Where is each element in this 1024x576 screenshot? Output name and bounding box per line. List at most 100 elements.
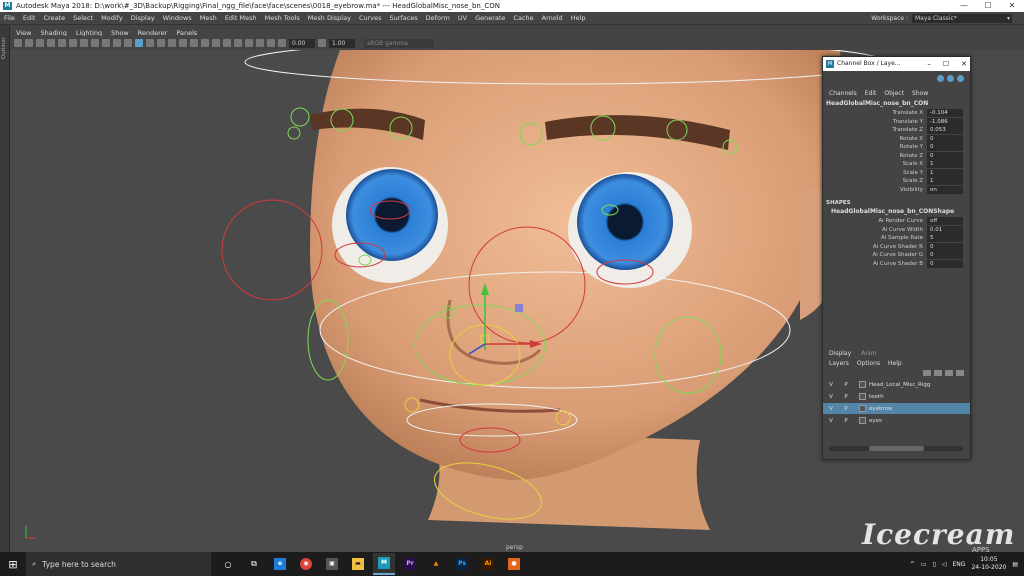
- menu-surfaces[interactable]: Surfaces: [390, 14, 418, 22]
- motion-blur-icon[interactable]: [212, 39, 220, 47]
- channel-maximize-button[interactable]: ☐: [943, 57, 949, 71]
- move-layer-up-icon[interactable]: [923, 370, 931, 376]
- attr-row[interactable]: Translate X -0.104: [823, 109, 970, 118]
- attr-row[interactable]: Rotate Y 0: [823, 143, 970, 152]
- safe-title-icon[interactable]: [124, 39, 132, 47]
- channel-menu-object[interactable]: Object: [884, 90, 904, 97]
- xray-components-icon[interactable]: [267, 39, 275, 47]
- volume-icon[interactable]: ◁: [942, 561, 947, 568]
- attr-value[interactable]: 0: [927, 251, 963, 260]
- menu-mesh-tools[interactable]: Mesh Tools: [265, 14, 300, 22]
- attr-value[interactable]: 0: [927, 134, 963, 143]
- layer-horizontal-scrollbar[interactable]: [829, 446, 963, 451]
- exposure-icon[interactable]: [278, 39, 286, 47]
- wireframe-icon[interactable]: [135, 39, 143, 47]
- network-icon[interactable]: ▭: [921, 561, 927, 568]
- layer-playback-toggle[interactable]: P: [839, 394, 853, 400]
- maya-icon[interactable]: M: [373, 553, 395, 575]
- shape-attr-row[interactable]: Ai Sample Rate 5: [823, 234, 970, 243]
- vlc-icon[interactable]: ▲: [425, 553, 447, 575]
- attribute-editor-icon[interactable]: [947, 74, 954, 82]
- recorder-icon[interactable]: ●: [503, 553, 525, 575]
- gate-mask-icon[interactable]: [91, 39, 99, 47]
- shape-attr-row[interactable]: Ai Curve Shader G 0: [823, 251, 970, 260]
- menu-cache[interactable]: Cache: [513, 14, 533, 22]
- layer-row[interactable]: V P eyes: [823, 415, 970, 426]
- channel-close-button[interactable]: ✕: [961, 57, 967, 71]
- attr-value[interactable]: 5: [927, 234, 963, 243]
- attr-row[interactable]: Translate Y -1.086: [823, 117, 970, 127]
- layer-row[interactable]: V P teeth: [823, 391, 970, 402]
- layer-menu-options[interactable]: Options: [857, 360, 880, 367]
- anti-aliasing-icon[interactable]: [223, 39, 231, 47]
- folder-icon[interactable]: ▬: [347, 553, 369, 575]
- layer-row[interactable]: V P Head_Local_Misc_Rigg: [823, 379, 970, 390]
- select-camera-icon[interactable]: [14, 39, 22, 47]
- clock[interactable]: 10:05 24-10-2020: [971, 556, 1006, 572]
- attr-row[interactable]: Rotate Z 0: [823, 151, 970, 161]
- new-layer-selected-icon[interactable]: [956, 370, 964, 376]
- isolate-select-icon[interactable]: [234, 39, 242, 47]
- attr-row[interactable]: Translate Z 0.053: [823, 126, 970, 135]
- task-view-icon[interactable]: ⧉: [243, 553, 265, 575]
- layer-visibility-toggle[interactable]: V: [823, 406, 839, 412]
- menu-help[interactable]: Help: [571, 14, 586, 22]
- attr-value[interactable]: 0: [927, 242, 963, 251]
- maximize-button[interactable]: ☐: [976, 0, 1000, 12]
- channel-menu-channels[interactable]: Channels: [829, 90, 857, 97]
- shadows-icon[interactable]: [190, 39, 198, 47]
- attr-value[interactable]: 1: [927, 177, 963, 186]
- textured-icon[interactable]: [168, 39, 176, 47]
- menu-mesh[interactable]: Mesh: [200, 14, 217, 22]
- brow-outer-l2-control[interactable]: [287, 126, 301, 140]
- grid-icon[interactable]: [58, 39, 66, 47]
- edge-icon[interactable]: e: [269, 553, 291, 575]
- lights-icon[interactable]: [179, 39, 187, 47]
- layer-color-swatch[interactable]: [859, 417, 866, 424]
- attr-value[interactable]: off: [927, 217, 963, 226]
- layer-name[interactable]: eyes: [869, 418, 882, 424]
- layer-visibility-toggle[interactable]: V: [823, 382, 839, 388]
- chrome-icon[interactable]: ◉: [295, 553, 317, 575]
- attr-value[interactable]: 1: [927, 160, 963, 169]
- channel-menu-show[interactable]: Show: [912, 90, 928, 97]
- menu-uv[interactable]: UV: [458, 14, 467, 22]
- brow-outer-l-control[interactable]: [290, 107, 310, 127]
- layer-playback-toggle[interactable]: P: [839, 382, 853, 388]
- minimize-button[interactable]: —: [952, 0, 976, 12]
- shape-attr-row[interactable]: Ai Curve Shader B 0: [823, 259, 970, 269]
- layer-visibility-toggle[interactable]: V: [823, 418, 839, 424]
- shape-attr-row[interactable]: Ai Curve Width 0.01: [823, 225, 970, 235]
- notification-icon[interactable]: ▤: [1012, 561, 1018, 568]
- attr-value[interactable]: on: [927, 185, 963, 194]
- layer-playback-toggle[interactable]: P: [839, 418, 853, 424]
- xray-joints-icon[interactable]: [256, 39, 264, 47]
- menu-modify[interactable]: Modify: [101, 14, 123, 22]
- layer-menu-layers[interactable]: Layers: [829, 360, 849, 367]
- workspace-dropdown[interactable]: Maya Classic*: [912, 14, 1012, 23]
- menu-mesh-display[interactable]: Mesh Display: [308, 14, 351, 22]
- menu-edit[interactable]: Edit: [23, 14, 36, 22]
- channel-minimize-button[interactable]: –: [927, 57, 931, 71]
- layer-color-swatch[interactable]: [859, 381, 866, 388]
- resolution-gate-icon[interactable]: [80, 39, 88, 47]
- taskbar-search-box[interactable]: ⌕ Type here to search: [26, 552, 211, 576]
- channel-box-titlebar[interactable]: M Channel Box / Laye... – ☐ ✕: [823, 57, 970, 71]
- windows-start-icon[interactable]: ⊞: [0, 552, 26, 576]
- premiere-icon[interactable]: Pr: [399, 553, 421, 575]
- color-space-dropdown[interactable]: sRGB gamma: [364, 38, 434, 48]
- right-iris[interactable]: [577, 174, 673, 270]
- layer-name[interactable]: Head_Local_Misc_Rigg: [869, 382, 930, 388]
- attr-value[interactable]: 0.01: [927, 225, 963, 234]
- menu-select[interactable]: Select: [73, 14, 93, 22]
- tray-chevron-icon[interactable]: ^: [910, 561, 915, 568]
- smooth-shade-icon[interactable]: [146, 39, 154, 47]
- layer-playback-toggle[interactable]: P: [839, 406, 853, 412]
- exposure-field[interactable]: 0.00: [289, 38, 315, 48]
- menu-edit-mesh[interactable]: Edit Mesh: [225, 14, 257, 22]
- menu-display[interactable]: Display: [131, 14, 155, 22]
- film-gate-icon[interactable]: [69, 39, 77, 47]
- safe-action-icon[interactable]: [113, 39, 121, 47]
- attr-row[interactable]: Rotate X 0: [823, 134, 970, 144]
- photoshop-icon[interactable]: Ps: [451, 553, 473, 575]
